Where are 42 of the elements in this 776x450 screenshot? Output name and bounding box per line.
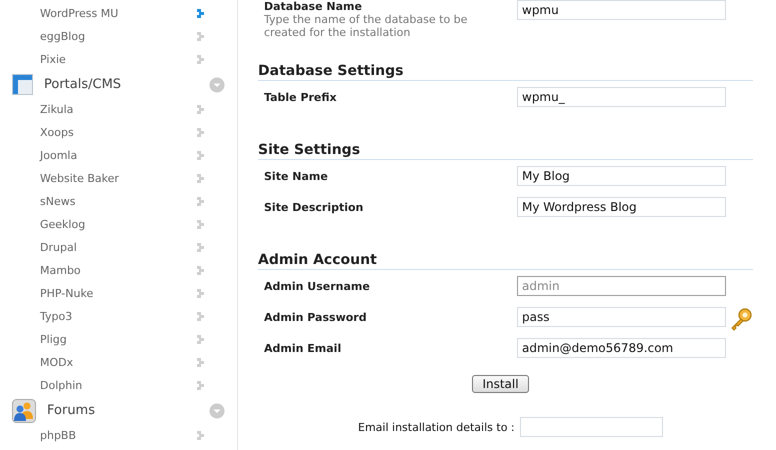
field-label: Site Description <box>264 200 364 214</box>
category-title[interactable]: Forums <box>47 403 209 418</box>
sidebar-item[interactable]: WordPress MU <box>40 7 197 20</box>
sidebar-item[interactable]: Website Baker <box>40 172 197 185</box>
field-label: Email installation details to : <box>358 420 515 434</box>
input-field[interactable]: admin <box>517 276 726 296</box>
field-label: Site Name <box>264 169 329 183</box>
sidebar-item[interactable]: Zikula <box>40 103 197 116</box>
section-heading: Admin Account <box>258 252 753 270</box>
install-button[interactable]: Install <box>472 375 529 393</box>
key-icon <box>729 307 753 331</box>
input-field[interactable]: My Wordpress Blog <box>517 197 726 217</box>
field-label: Admin Password <box>264 310 368 324</box>
sidebar-item[interactable]: MODx <box>40 356 197 369</box>
sidebar-item[interactable]: Drupal <box>40 241 197 254</box>
field-label: Admin Username <box>264 279 371 293</box>
field-label: Database Name <box>264 0 363 13</box>
sidebar-item[interactable]: Typo3 <box>40 310 197 323</box>
sidebar-item[interactable]: Xoops <box>40 126 197 139</box>
input-field[interactable]: wpmu_ <box>517 87 726 107</box>
sidebar-item[interactable]: PHP-Nuke <box>40 287 197 300</box>
field-label: Admin Email <box>264 341 342 355</box>
input-field[interactable]: admin@demo56789.com <box>517 338 726 358</box>
sidebar-item[interactable]: Pixie <box>40 53 197 66</box>
category-title[interactable]: Portals/CMS <box>44 77 209 92</box>
sidebar-item[interactable]: phpBB <box>40 429 197 442</box>
input-field[interactable]: My Blog <box>517 166 726 186</box>
section-heading: Database Settings <box>258 63 753 81</box>
sidebar-item[interactable]: Mambo <box>40 264 197 277</box>
window-icon <box>12 74 33 95</box>
sidebar-item[interactable]: Joomla <box>40 149 197 162</box>
section-heading: Site Settings <box>258 142 753 160</box>
input-field[interactable]: pass <box>517 307 726 327</box>
sidebar-item[interactable]: Dolphin <box>40 379 197 392</box>
sidebar-item[interactable]: Geeklog <box>40 218 197 231</box>
input-field[interactable]: wpmu <box>517 0 726 20</box>
field-description: Type the name of the database to be created for the installation <box>264 13 468 39</box>
field-label: Table Prefix <box>264 90 338 104</box>
sidebar-item[interactable]: Pligg <box>40 333 197 346</box>
people-icon <box>12 398 36 422</box>
sidebar-item[interactable]: sNews <box>40 195 197 208</box>
sidebar-item[interactable]: eggBlog <box>40 30 197 43</box>
